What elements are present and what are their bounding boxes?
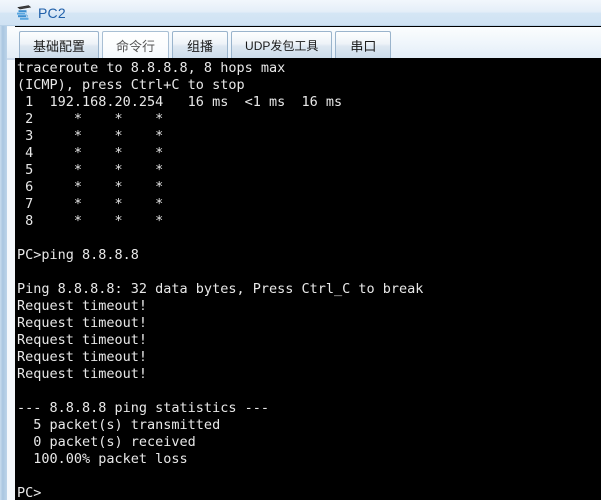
- tab-udp-packet-tool-label: UDP发包工具: [245, 38, 319, 53]
- terminal-line: PC>: [17, 485, 42, 500]
- terminal-line: Request timeout!: [17, 298, 148, 314]
- terminal-line: 5 packet(s) transmitted: [17, 417, 221, 433]
- tab-list: 基础配置 命令行 组播 UDP发包工具 串口: [19, 31, 392, 59]
- terminal-line: (ICMP), press Ctrl+C to stop: [17, 77, 245, 93]
- tab-serial-port[interactable]: 串口: [335, 31, 392, 58]
- tab-multicast-label: 组播: [187, 38, 214, 54]
- tab-strip: 基础配置 命令行 组播 UDP发包工具 串口: [7, 27, 601, 59]
- terminal-line: 1 192.168.20.254 16 ms <1 ms 16 ms: [17, 94, 343, 110]
- terminal-console[interactable]: traceroute to 8.8.8.8, 8 hops max (ICMP),…: [15, 58, 601, 500]
- terminal-line: 0 packet(s) received: [17, 434, 196, 450]
- tab-serial-port-label: 串口: [350, 38, 377, 54]
- terminal-line: 5 * * *: [17, 162, 164, 178]
- tab-basic-config-label: 基础配置: [33, 38, 86, 54]
- terminal-line: PC>ping 8.8.8.8: [17, 247, 139, 263]
- window-title: PC2: [38, 4, 66, 21]
- tab-udp-packet-tool[interactable]: UDP发包工具: [231, 31, 333, 58]
- terminal-line: 7 * * *: [17, 196, 164, 212]
- tab-command-line[interactable]: 命令行: [102, 31, 170, 58]
- terminal-line: traceroute to 8.8.8.8, 8 hops max: [17, 60, 286, 76]
- left-pane-gutter: [7, 26, 15, 500]
- terminal-line: Request timeout!: [17, 315, 148, 331]
- window-titlebar: PC2: [0, 0, 601, 26]
- terminal-line: Request timeout!: [17, 349, 148, 365]
- terminal-line: 2 * * *: [17, 111, 164, 127]
- terminal-line: --- 8.8.8.8 ping statistics ---: [17, 400, 269, 416]
- terminal-line: Request timeout!: [17, 366, 148, 382]
- pc-device-icon: [17, 4, 32, 20]
- tab-command-line-label: 命令行: [116, 38, 156, 54]
- terminal-line: 3 * * *: [17, 128, 164, 144]
- terminal-line: 100.00% packet loss: [17, 451, 188, 467]
- pc2-console-window: PC2 基础配置 命令行 组播 UDP发包工具 串口 traceroute to: [0, 0, 601, 500]
- terminal-line: 6 * * *: [17, 179, 164, 195]
- terminal-line: 8 * * *: [17, 213, 164, 229]
- terminal-line: 4 * * *: [17, 145, 164, 161]
- terminal-line: Ping 8.8.8.8: 32 data bytes, Press Ctrl_…: [17, 281, 424, 297]
- tab-multicast[interactable]: 组播: [172, 31, 229, 58]
- tab-basic-config[interactable]: 基础配置: [19, 31, 100, 58]
- terminal-line: Request timeout!: [17, 332, 148, 348]
- left-accent-strip: [0, 26, 7, 500]
- terminal-output: traceroute to 8.8.8.8, 8 hops max (ICMP),…: [15, 58, 601, 500]
